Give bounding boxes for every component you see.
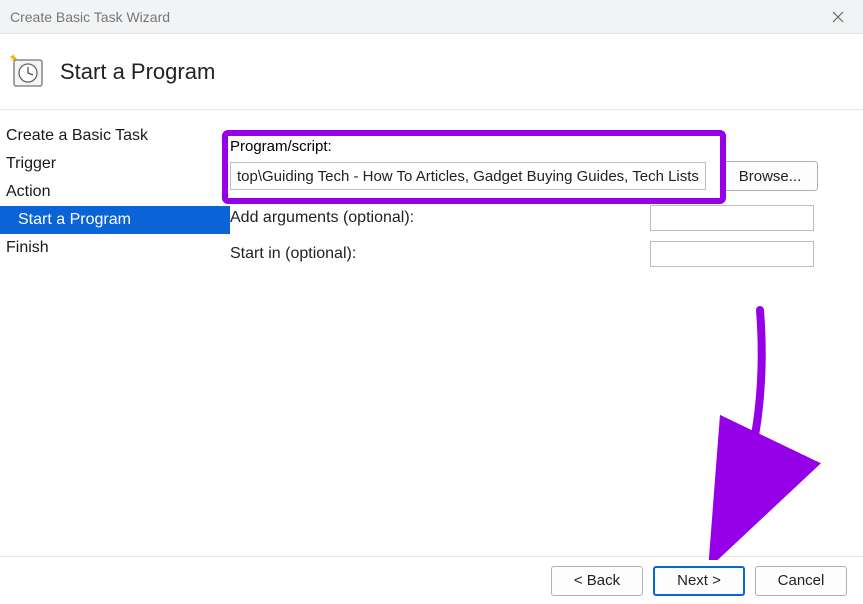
cancel-button[interactable]: Cancel — [755, 566, 847, 596]
wizard-header: Start a Program — [0, 34, 863, 110]
sidebar-item-start-program[interactable]: Start a Program — [0, 206, 230, 234]
program-script-input[interactable] — [230, 162, 706, 190]
next-button[interactable]: Next > — [653, 566, 745, 596]
program-script-label: Program/script: — [230, 138, 835, 155]
close-icon[interactable] — [823, 2, 853, 32]
annotation-arrow — [640, 300, 840, 560]
page-title: Start a Program — [60, 59, 215, 85]
window-title: Create Basic Task Wizard — [10, 9, 823, 25]
sidebar-item-finish[interactable]: Finish — [0, 234, 230, 262]
back-button[interactable]: < Back — [551, 566, 643, 596]
sidebar-item-trigger[interactable]: Trigger — [0, 150, 230, 178]
titlebar: Create Basic Task Wizard — [0, 0, 863, 34]
clock-icon — [10, 54, 46, 90]
add-arguments-input[interactable] — [650, 205, 814, 231]
wizard-steps-sidebar: Create a Basic Task Trigger Action Start… — [0, 110, 230, 556]
form-panel: Program/script: Browse... Add arguments … — [230, 110, 863, 556]
start-in-label: Start in (optional): — [230, 245, 650, 263]
add-arguments-label: Add arguments (optional): — [230, 209, 650, 227]
start-in-input[interactable] — [650, 241, 814, 267]
browse-button[interactable]: Browse... — [722, 161, 818, 191]
sidebar-item-action[interactable]: Action — [0, 178, 230, 206]
wizard-footer: < Back Next > Cancel — [0, 556, 863, 604]
sidebar-item-create-task[interactable]: Create a Basic Task — [0, 122, 230, 150]
